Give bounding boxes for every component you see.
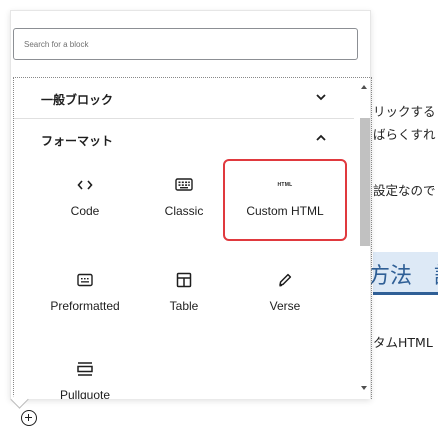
panel-general-blocks[interactable]: 一般ブロック <box>14 78 354 118</box>
panel-title: フォーマット <box>41 134 114 148</box>
add-block-icon[interactable] <box>21 410 37 426</box>
block-list-scrollbar[interactable] <box>357 78 371 399</box>
block-item-verse[interactable]: Verse <box>242 268 328 336</box>
block-item-label: Table <box>169 299 199 313</box>
editor-text-line: 設定なので <box>373 183 436 198</box>
keyboard-icon <box>141 175 227 195</box>
chevron-up-icon <box>316 134 326 141</box>
editor-text-line: リックする <box>373 104 436 119</box>
block-item-label: Verse <box>269 299 301 313</box>
scroll-down-arrow-icon[interactable] <box>361 386 367 390</box>
editor-heading: 方法 記 <box>368 252 438 295</box>
block-item-classic[interactable]: Classic <box>141 173 227 241</box>
chevron-down-icon <box>316 94 326 101</box>
scroll-up-arrow-icon[interactable] <box>361 85 367 89</box>
pullquote-icon <box>42 359 128 379</box>
block-item-code[interactable]: Code <box>42 173 128 241</box>
block-inserter-popover: 一般ブロック フォーマット Code <box>10 10 372 399</box>
panel-formatting[interactable]: フォーマット <box>14 119 354 159</box>
table-icon <box>141 270 227 290</box>
block-item-label: Code <box>70 204 100 218</box>
scroll-thumb[interactable] <box>360 118 370 246</box>
block-item-custom-html[interactable]: HTML Custom HTML <box>242 173 328 241</box>
block-item-pullquote[interactable]: Pullquote <box>42 357 128 399</box>
html-icon: HTML <box>242 175 328 195</box>
editor-text-line: タムHTML <box>373 335 433 350</box>
block-item-label: Custom HTML <box>246 204 324 218</box>
block-search-input[interactable] <box>13 28 358 60</box>
editor-text-line: ばらくすれ <box>373 127 436 142</box>
panel-title: 一般ブロック <box>41 93 114 107</box>
block-item-table[interactable]: Table <box>141 268 227 336</box>
preformatted-icon <box>42 270 128 290</box>
pencil-icon <box>242 270 328 290</box>
block-item-preformatted[interactable]: Preformatted <box>42 268 128 336</box>
search-wrapper <box>13 28 358 60</box>
block-item-label: Pullquote <box>59 388 111 399</box>
block-list: 一般ブロック フォーマット Code Classic HTML Custom H… <box>13 77 372 399</box>
block-item-label: Classic <box>164 204 204 218</box>
editor-heading-text: 方法 記 <box>368 264 438 289</box>
html-icon-text: HTML <box>277 182 293 188</box>
code-icon <box>42 175 128 195</box>
block-item-label: Preformatted <box>50 299 120 313</box>
